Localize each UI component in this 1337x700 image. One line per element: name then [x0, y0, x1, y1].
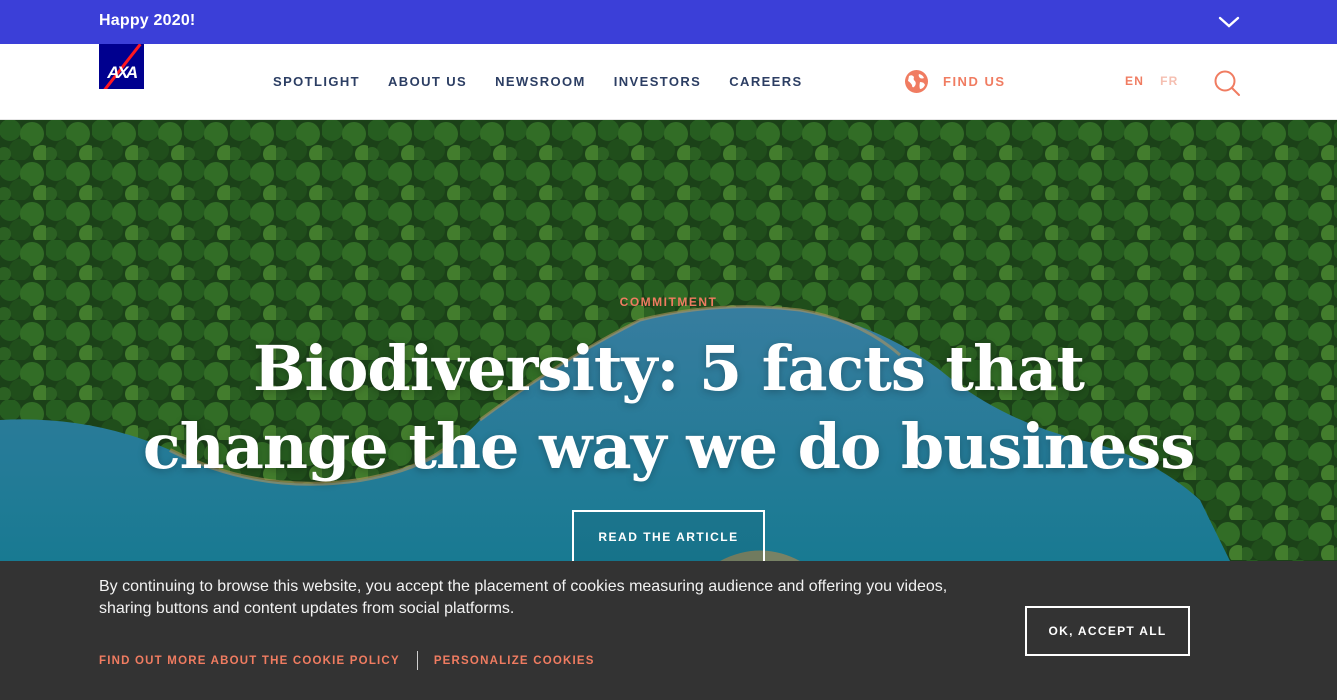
cookie-message: By continuing to browse this website, yo…	[99, 578, 948, 617]
read-article-button[interactable]: READ THE ARTICLE	[572, 510, 765, 561]
main-nav: SPOTLIGHT ABOUT US NEWSROOM INVESTORS CA…	[273, 74, 831, 89]
site-header: AXA SPOTLIGHT ABOUT US NEWSROOM INVESTOR…	[0, 44, 1337, 120]
hero-headline: Biodiversity: 5 facts that change the wa…	[0, 330, 1337, 486]
lang-en[interactable]: EN	[1125, 74, 1144, 88]
lang-fr[interactable]: FR	[1160, 74, 1178, 88]
top-announcement-banner: Happy 2020!	[0, 0, 1337, 44]
nav-item-spotlight[interactable]: SPOTLIGHT	[273, 74, 360, 89]
hero-headline-line1: Biodiversity: 5 facts that	[253, 332, 1085, 405]
cookie-policy-link[interactable]: FIND OUT MORE ABOUT THE COOKIE POLICY	[99, 655, 400, 667]
globe-icon	[905, 70, 928, 93]
cookie-consent-banner: By continuing to browse this website, yo…	[0, 561, 1337, 700]
nav-item-newsroom[interactable]: NEWSROOM	[495, 74, 586, 89]
logo-text: AXA	[107, 63, 138, 82]
nav-item-investors[interactable]: INVESTORS	[614, 74, 702, 89]
link-divider	[416, 651, 418, 670]
search-icon[interactable]	[1213, 69, 1241, 97]
nav-item-careers[interactable]: CAREERS	[729, 74, 802, 89]
hero-kicker: COMMITMENT	[619, 295, 718, 309]
chevron-down-icon[interactable]	[1218, 13, 1240, 31]
accept-all-button[interactable]: OK, ACCEPT ALL	[1025, 606, 1190, 656]
nav-item-about-us[interactable]: ABOUT US	[388, 74, 467, 89]
hero-headline-line2: change the way we do business	[142, 410, 1195, 483]
find-us-label: FIND US	[943, 74, 1006, 89]
personalize-cookies-link[interactable]: PERSONALIZE COOKIES	[434, 655, 595, 667]
hero-section: COMMITMENT Biodiversity: 5 facts that ch…	[0, 120, 1337, 561]
cookie-links: FIND OUT MORE ABOUT THE COOKIE POLICY PE…	[99, 651, 595, 670]
find-us-link[interactable]: FIND US	[904, 69, 1006, 94]
language-switcher: EN FR	[1125, 74, 1178, 88]
axa-logo[interactable]: AXA	[99, 44, 144, 89]
banner-text: Happy 2020!	[99, 12, 196, 29]
